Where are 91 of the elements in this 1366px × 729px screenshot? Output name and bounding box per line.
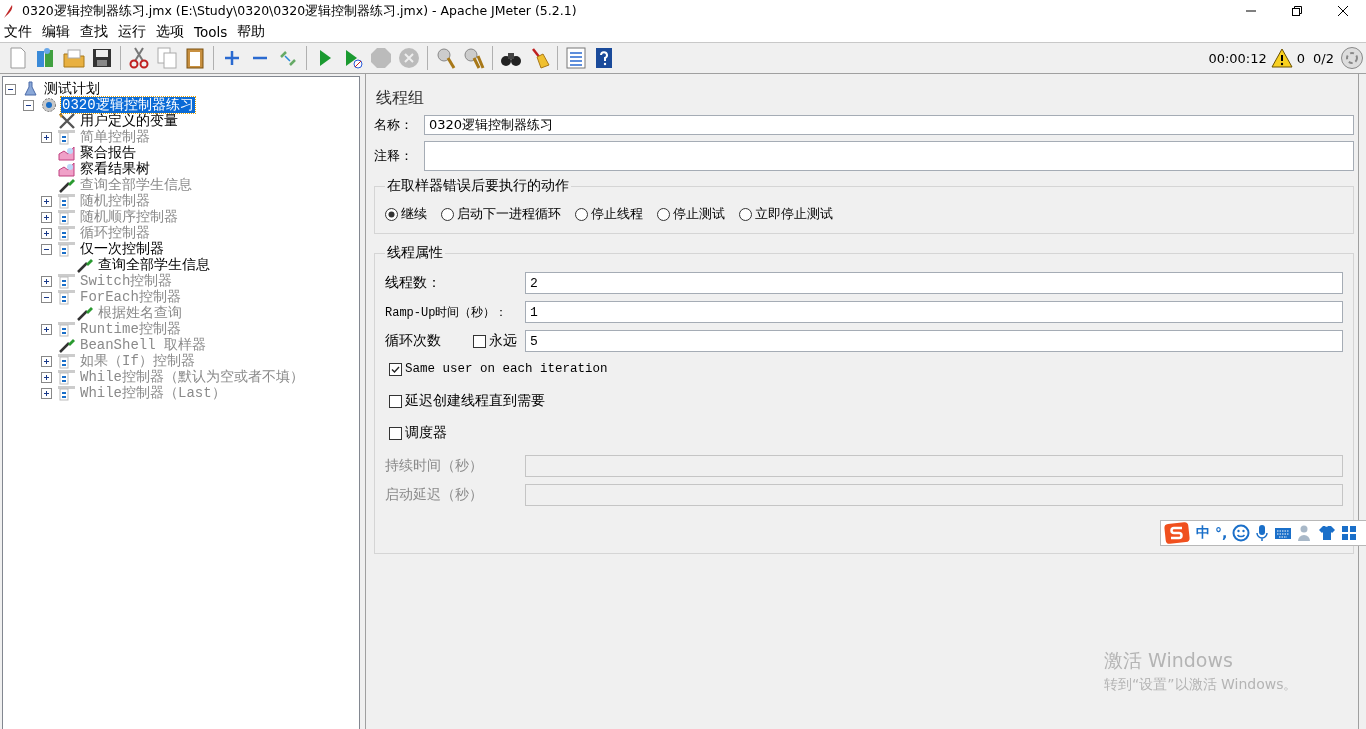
page-icon bbox=[57, 385, 77, 401]
checkbox-label: 永远 bbox=[489, 332, 517, 350]
paste-icon[interactable] bbox=[183, 46, 207, 70]
activation-hint: 转到“设置”以激活 Windows。 bbox=[1104, 676, 1298, 694]
field-label: 线程数： bbox=[385, 274, 442, 292]
checkbox-label: Same user on each iteration bbox=[405, 362, 608, 376]
radio-button[interactable] bbox=[739, 207, 752, 221]
option-label: 启动下一进程循环 bbox=[457, 205, 561, 223]
smiley-icon bbox=[1232, 524, 1251, 542]
field-label: Ramp-Up时间（秒）： bbox=[385, 304, 509, 321]
tree-item[interactable]: 察看结果树 bbox=[79, 161, 151, 177]
menu-item[interactable]: 编辑 bbox=[42, 23, 70, 41]
pipette-icon bbox=[75, 257, 95, 273]
page-icon bbox=[57, 321, 77, 337]
tree-item[interactable]: 用户定义的变量 bbox=[79, 113, 179, 129]
menu-item[interactable]: 文件 bbox=[4, 23, 32, 41]
checkbox[interactable] bbox=[389, 362, 402, 376]
option-label: 立即停止测试 bbox=[755, 205, 833, 223]
clear-icon[interactable] bbox=[434, 46, 458, 70]
cut-icon[interactable] bbox=[127, 46, 151, 70]
activation-title: 激活 Windows bbox=[1104, 648, 1234, 673]
clear-all-icon[interactable] bbox=[462, 46, 486, 70]
punctuation-mode[interactable]: °, bbox=[1215, 525, 1228, 541]
input-mode[interactable]: 中 bbox=[1196, 524, 1210, 542]
tree-item[interactable]: 0320逻辑控制器练习 bbox=[61, 97, 195, 113]
text-field[interactable]: 2 bbox=[525, 272, 1343, 294]
pipette-icon bbox=[75, 305, 95, 321]
collapse-toggle[interactable] bbox=[23, 99, 34, 111]
menu-item[interactable]: 运行 bbox=[118, 23, 146, 41]
page-icon bbox=[57, 241, 77, 257]
radio-button[interactable] bbox=[441, 207, 454, 221]
microphone-icon bbox=[1255, 524, 1270, 542]
menu-item[interactable]: 选项 bbox=[156, 23, 184, 41]
menu-item[interactable]: 帮助 bbox=[237, 23, 266, 41]
page-icon bbox=[57, 225, 77, 241]
tools-icon bbox=[57, 113, 77, 129]
checkbox[interactable] bbox=[389, 426, 402, 440]
pipette-icon bbox=[57, 337, 77, 353]
field-label: 启动延迟（秒） bbox=[385, 486, 484, 504]
checkbox-label: 延迟创建线程直到需要 bbox=[405, 392, 545, 410]
tree-item[interactable]: 聚合报告 bbox=[79, 145, 137, 161]
elapsed-time: 00:00:12 bbox=[1208, 50, 1267, 66]
page-icon bbox=[57, 353, 77, 369]
warning-count: 0 bbox=[1296, 50, 1306, 66]
save-icon[interactable] bbox=[90, 46, 114, 70]
page-icon bbox=[57, 369, 77, 385]
remote-status-icon[interactable] bbox=[1340, 46, 1364, 70]
page-icon bbox=[57, 273, 77, 289]
collapse-toggle[interactable] bbox=[41, 243, 52, 255]
page-icon bbox=[57, 289, 77, 305]
menu-item[interactable]: 查找 bbox=[80, 23, 108, 41]
radio-button[interactable] bbox=[575, 207, 588, 221]
field-label: 循环次数 bbox=[385, 332, 442, 350]
pipette-icon bbox=[57, 177, 77, 193]
option-label: 继续 bbox=[401, 205, 427, 223]
radio-button[interactable] bbox=[657, 207, 670, 221]
page-icon bbox=[57, 209, 77, 225]
page-icon bbox=[57, 193, 77, 209]
shirt-icon bbox=[1318, 525, 1337, 541]
checkbox[interactable] bbox=[389, 394, 402, 408]
collapse-toggle[interactable] bbox=[5, 83, 16, 95]
option-label: 停止线程 bbox=[591, 205, 643, 223]
field-label: 持续时间（秒） bbox=[385, 457, 484, 475]
comment-field[interactable] bbox=[424, 141, 1354, 171]
restore-icon[interactable] bbox=[1292, 6, 1302, 16]
text-field[interactable]: 1 bbox=[525, 301, 1343, 323]
group-title: 线程属性 bbox=[386, 244, 444, 262]
option-label: 停止测试 bbox=[673, 205, 725, 223]
panel-title: 线程组 bbox=[376, 88, 425, 109]
tree-item[interactable]: 测试计划 bbox=[43, 81, 101, 97]
group-title: 在取样器错误后要执行的动作 bbox=[386, 177, 570, 195]
page-icon bbox=[57, 129, 77, 145]
thread-count: 0/2 bbox=[1313, 50, 1334, 66]
field-label: 名称： bbox=[374, 116, 414, 134]
checkbox-label: 调度器 bbox=[405, 424, 447, 442]
field-label: 注释： bbox=[374, 147, 414, 165]
grid-icon bbox=[1341, 525, 1358, 541]
text-field[interactable]: 5 bbox=[525, 330, 1343, 352]
tree-item[interactable]: 仅一次控制器 bbox=[79, 241, 165, 257]
close-icon[interactable] bbox=[1338, 6, 1348, 16]
warning-icon bbox=[1270, 48, 1293, 68]
gear-icon bbox=[39, 97, 59, 113]
tree-item[interactable]: 查询全部学生信息 bbox=[97, 257, 211, 273]
window-title: 0320逻辑控制器练习.jmx (E:\Study\0320\0320逻辑控制器练习.jmx) - Apache JMeter (5.2.1) bbox=[22, 2, 578, 20]
name-field[interactable]: 0320逻辑控制器练习 bbox=[424, 115, 1354, 135]
keyboard-icon bbox=[1274, 526, 1293, 540]
checkbox[interactable] bbox=[473, 334, 486, 348]
chart-icon bbox=[57, 145, 77, 161]
radio-button[interactable] bbox=[385, 207, 398, 221]
menu-item[interactable]: Tools bbox=[194, 24, 228, 40]
chart-icon bbox=[57, 161, 77, 177]
